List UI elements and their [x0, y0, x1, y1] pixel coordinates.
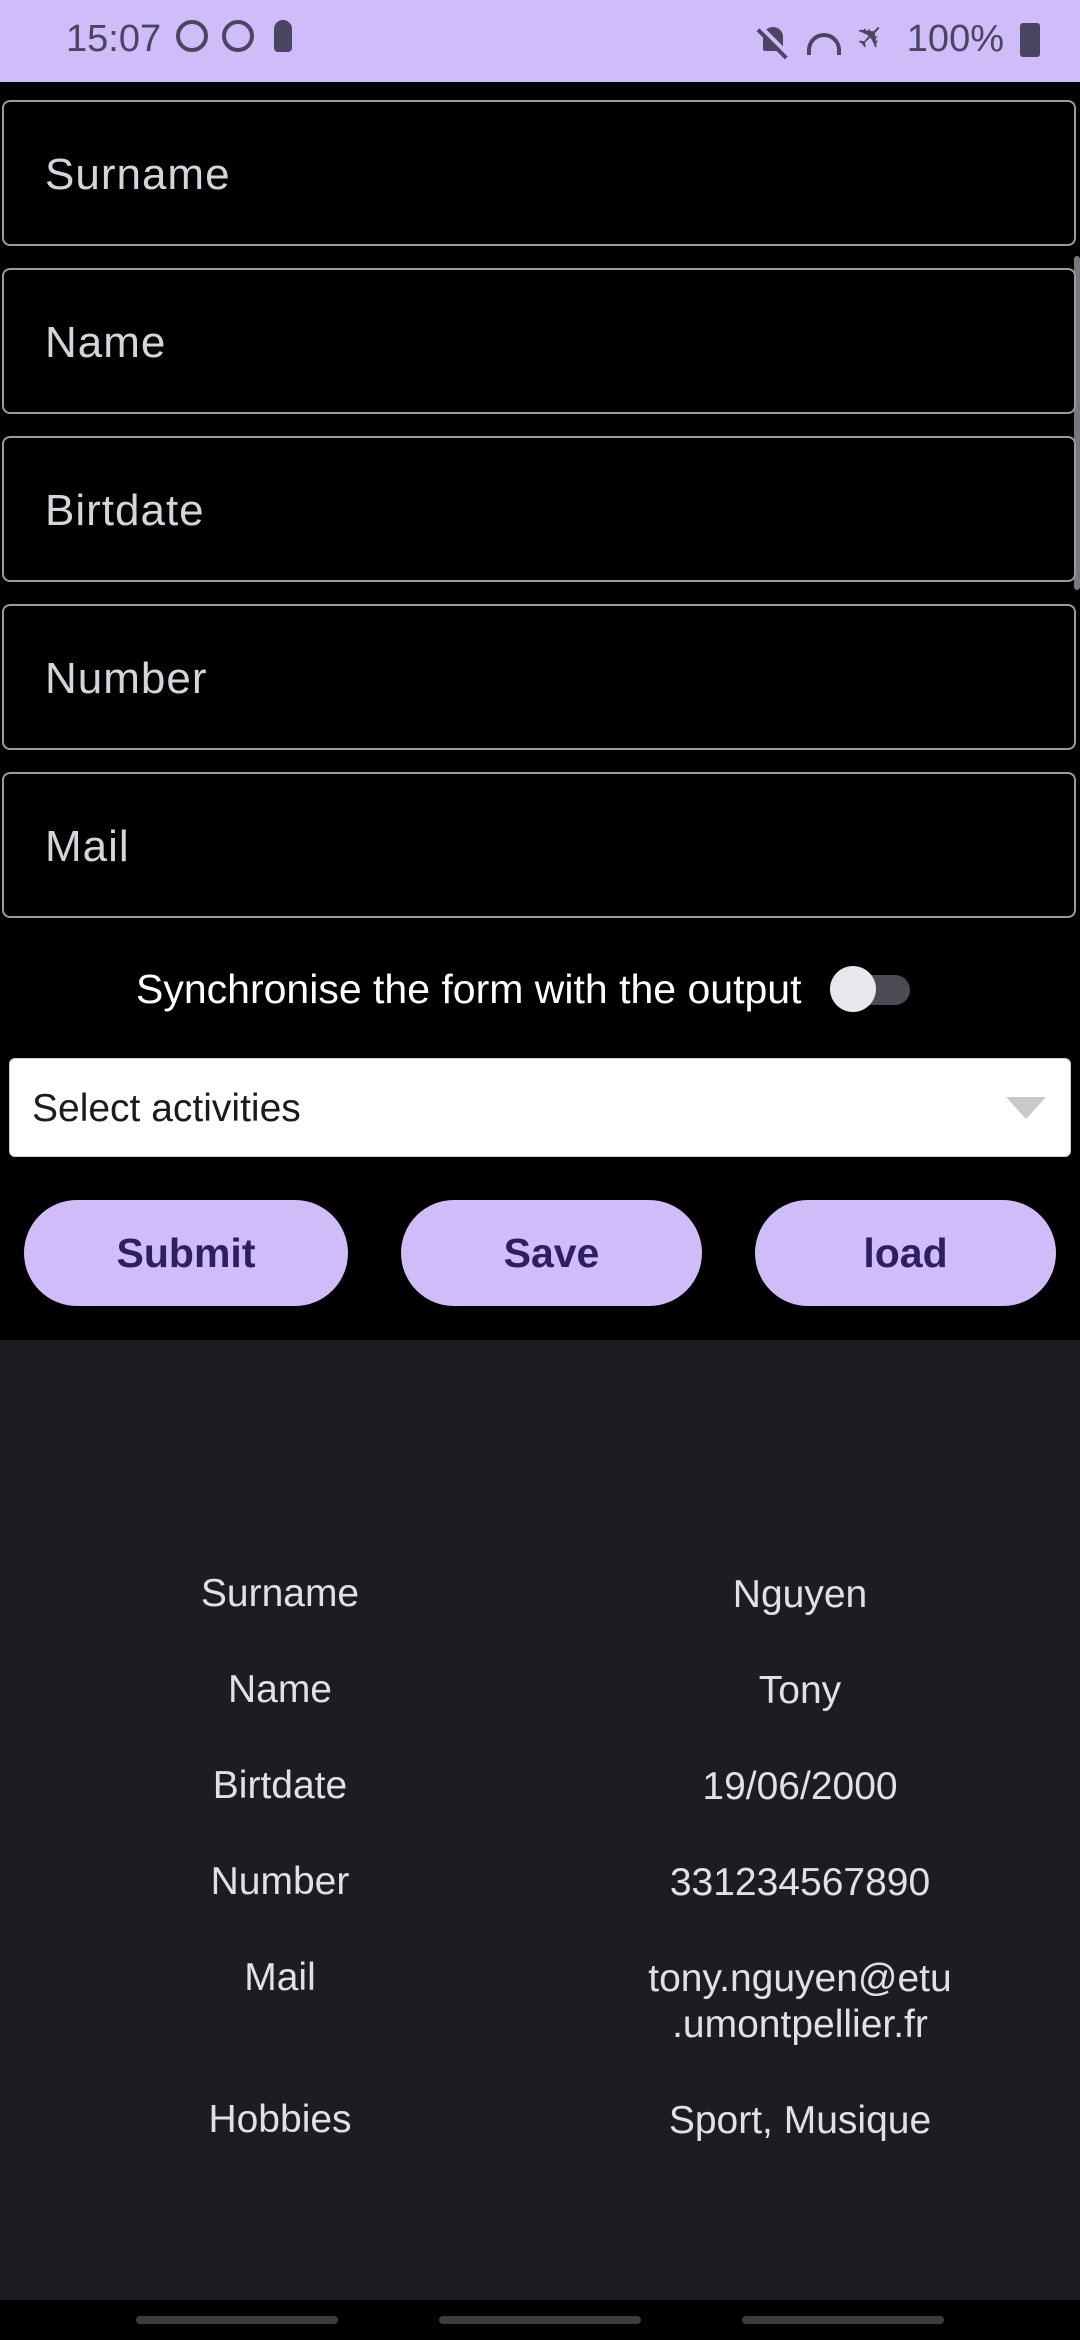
- mute-icon: [757, 23, 791, 57]
- sync-row: Synchronise the form with the output: [0, 960, 1080, 1020]
- toggle-thumb: [830, 966, 876, 1012]
- output-key: Mail: [244, 1956, 316, 1999]
- status-time: 15:07: [66, 18, 162, 60]
- name-field[interactable]: Name: [2, 268, 1076, 414]
- battery-icon: [1020, 22, 1040, 57]
- wifi-icon: [806, 32, 841, 55]
- heart-sync-icon: [222, 20, 254, 52]
- output-key: Name: [227, 1668, 333, 1711]
- key-icon: [274, 20, 292, 52]
- battery-percent: 100%: [906, 18, 1004, 60]
- output-key: Birtdate: [212, 1764, 348, 1807]
- birthdate-field[interactable]: Birtdate: [2, 436, 1076, 582]
- birthdate-placeholder: Birtdate: [45, 486, 205, 535]
- nav-handle[interactable]: [742, 2316, 944, 2324]
- submit-button[interactable]: Submit: [24, 1200, 348, 1306]
- name-placeholder: Name: [45, 318, 167, 367]
- chevron-down-icon: [1006, 1097, 1046, 1119]
- output-value: 19/06/2000: [702, 1765, 898, 1808]
- output-key: Surname: [200, 1572, 360, 1615]
- output-value: Sport, Musique: [668, 2099, 932, 2142]
- sync-toggle[interactable]: [830, 966, 912, 1012]
- activities-dropdown-label: Select activities: [32, 1087, 301, 1130]
- status-bar: 15:07 100%: [0, 0, 1080, 82]
- mail-placeholder: Mail: [45, 822, 130, 871]
- sync-icon: [176, 20, 208, 52]
- surname-field[interactable]: Surname: [2, 100, 1076, 246]
- nav-handle[interactable]: [439, 2316, 641, 2324]
- sync-label: Synchronise the form with the output: [136, 966, 802, 1012]
- status-icons-left: [176, 20, 292, 52]
- activities-dropdown[interactable]: Select activities: [9, 1058, 1071, 1157]
- output-value: 331234567890: [669, 1861, 931, 1904]
- number-field[interactable]: Number: [2, 604, 1076, 750]
- output-value: Tony: [758, 1669, 842, 1712]
- mail-field[interactable]: Mail: [2, 772, 1076, 918]
- output-panel: Surname Nguyen Name Tony Birtdate 19/06/…: [0, 1340, 1080, 2300]
- status-icons-right: 100%: [757, 18, 1040, 61]
- load-button[interactable]: load: [755, 1200, 1056, 1306]
- nav-handle[interactable]: [136, 2316, 338, 2324]
- navigation-bar: [0, 2300, 1080, 2340]
- surname-placeholder: Surname: [45, 150, 231, 199]
- output-value: tony.nguyen@etu .umontpellier.fr: [648, 1957, 952, 2046]
- output-key: Number: [210, 1860, 350, 1903]
- output-value: Nguyen: [732, 1573, 868, 1616]
- airplane-icon: [857, 23, 891, 57]
- output-key: Hobbies: [208, 2098, 352, 2141]
- save-button[interactable]: Save: [401, 1200, 702, 1306]
- number-placeholder: Number: [45, 654, 208, 703]
